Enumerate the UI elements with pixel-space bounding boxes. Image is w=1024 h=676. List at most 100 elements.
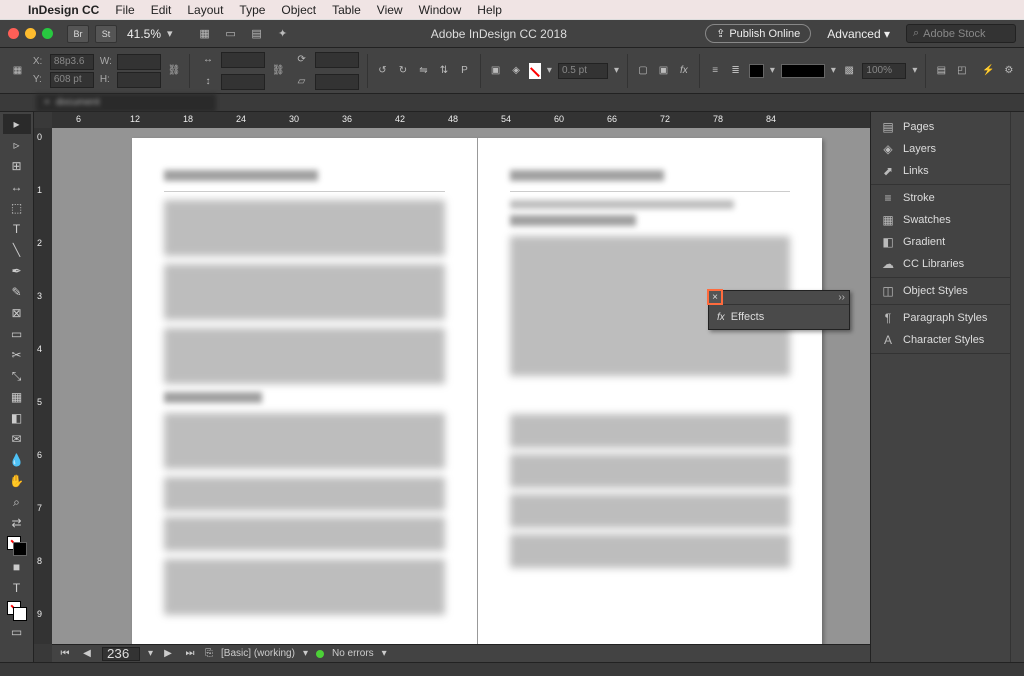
adobe-stock-search[interactable]: ⌕ Adobe Stock <box>906 24 1016 43</box>
eyedropper-tool[interactable]: 💧 <box>3 450 31 470</box>
h-input[interactable] <box>117 72 161 88</box>
pages-panel-button[interactable]: ▤Pages <box>871 116 1010 138</box>
screen-mode-tool[interactable]: ▭ <box>3 622 31 642</box>
fill-stroke-swatch[interactable] <box>7 536 27 556</box>
page-number-input[interactable] <box>102 647 140 661</box>
note-tool[interactable]: ✉ <box>3 429 31 449</box>
menu-type[interactable]: Type <box>239 3 265 17</box>
menu-file[interactable]: File <box>115 3 134 17</box>
window-minimize[interactable] <box>25 28 36 39</box>
text-wrap-icon[interactable]: ▤ <box>934 61 948 81</box>
apply-color-icon[interactable]: ■ <box>3 557 31 577</box>
constrain-scale-icon[interactable]: ⛓ <box>271 61 285 81</box>
scissors-tool[interactable]: ✂ <box>3 345 31 365</box>
document-tab[interactable]: ×document <box>36 94 216 112</box>
selection-tool[interactable]: ▸ <box>3 114 31 134</box>
last-page-button[interactable]: ⏭ <box>183 647 197 661</box>
pencil-tool[interactable]: ✎ <box>3 282 31 302</box>
next-page-button[interactable]: ▶ <box>161 647 175 661</box>
chevron-down-icon[interactable]: ▾ <box>770 65 775 76</box>
line-tool[interactable]: ╲ <box>3 240 31 260</box>
reference-point-icon[interactable]: ▦ <box>8 61 27 81</box>
menu-edit[interactable]: Edit <box>151 3 172 17</box>
flip-h-icon[interactable]: ⇋ <box>416 61 430 81</box>
fill-swatch[interactable] <box>529 63 541 79</box>
format-container-icon[interactable]: T <box>3 578 31 598</box>
cc-libraries-panel-button[interactable]: ☁CC Libraries <box>871 253 1010 275</box>
fill-color-swatch[interactable] <box>749 64 764 78</box>
rotate-cw-icon[interactable]: ↻ <box>396 61 410 81</box>
stroke-panel-button[interactable]: ≡Stroke <box>871 187 1010 209</box>
zoom-tool[interactable]: ⌕ <box>3 492 31 512</box>
rotate-ccw-icon[interactable]: ↺ <box>375 61 389 81</box>
frame-fill-icon[interactable]: ▣ <box>656 61 670 81</box>
chevron-down-icon[interactable]: ▾ <box>831 65 836 76</box>
chevron-down-icon[interactable]: ▾ <box>547 65 552 76</box>
stock-button[interactable]: St <box>95 25 117 43</box>
gradient-panel-button[interactable]: ◧Gradient <box>871 231 1010 253</box>
prev-page-button[interactable]: ◀ <box>80 647 94 661</box>
chevron-down-icon[interactable]: ▾ <box>148 648 153 659</box>
object-styles-panel-button[interactable]: ◫Object Styles <box>871 280 1010 302</box>
x-input[interactable] <box>50 54 94 70</box>
content-collector-tool[interactable]: ⬚ <box>3 198 31 218</box>
frame-fit-icon[interactable]: ▢ <box>636 61 650 81</box>
menu-object[interactable]: Object <box>281 3 316 17</box>
effects-panel[interactable]: × ›› fx Effects <box>708 290 850 330</box>
effects-panel-title[interactable]: Effects <box>731 311 764 323</box>
chevron-down-icon[interactable]: ▾ <box>614 65 619 76</box>
chevron-down-icon[interactable]: ▾ <box>167 27 173 40</box>
links-panel-button[interactable]: ⬈Links <box>871 160 1010 182</box>
fx-icon[interactable]: fx <box>677 61 691 81</box>
zoom-level[interactable]: 41.5% <box>127 27 161 41</box>
chevron-down-icon[interactable]: ▾ <box>382 648 387 659</box>
panel-header[interactable]: ›› <box>709 291 849 305</box>
preflight-errors[interactable]: No errors <box>332 648 374 659</box>
document-spread[interactable] <box>132 138 822 644</box>
direct-selection-tool[interactable]: ▹ <box>3 135 31 155</box>
bridge-button[interactable]: Br <box>67 25 89 43</box>
chevron-down-icon[interactable]: ▾ <box>303 648 308 659</box>
stroke-style-swatch[interactable] <box>781 64 825 78</box>
publish-online-button[interactable]: ⇪ Publish Online <box>705 24 811 43</box>
corner-icon[interactable]: ◰ <box>955 61 969 81</box>
gradient-feather-tool[interactable]: ◧ <box>3 408 31 428</box>
collapse-icon[interactable]: ›› <box>838 292 845 303</box>
vertical-ruler[interactable]: 0 1 2 3 4 5 6 7 8 9 <box>34 128 52 644</box>
window-close[interactable] <box>8 28 19 39</box>
paragraph-styles-panel-button[interactable]: ¶Paragraph Styles <box>871 307 1010 329</box>
horizontal-ruler[interactable]: 6 12 18 24 30 36 42 48 54 60 66 72 78 84 <box>52 112 870 128</box>
menu-layout[interactable]: Layout <box>187 3 223 17</box>
y-input[interactable] <box>50 72 94 88</box>
menu-table[interactable]: Table <box>332 3 361 17</box>
open-doc-icon[interactable]: ⎘ <box>205 648 213 659</box>
p-icon[interactable]: P <box>457 61 471 81</box>
scale-x-input[interactable] <box>221 52 265 68</box>
window-maximize[interactable] <box>42 28 53 39</box>
scale-y-input[interactable] <box>221 74 265 90</box>
gradient-swatch-tool[interactable]: ▦ <box>3 387 31 407</box>
w-input[interactable] <box>117 54 161 70</box>
pen-tool[interactable]: ✒ <box>3 261 31 281</box>
screen-mode-icon[interactable]: ▭ <box>221 24 241 44</box>
character-styles-panel-button[interactable]: ACharacter Styles <box>871 329 1010 351</box>
preflight-profile[interactable]: [Basic] (working) <box>221 648 295 659</box>
first-page-button[interactable]: ⏮ <box>58 647 72 661</box>
arrange-icon[interactable]: ▤ <box>247 24 267 44</box>
shear-input[interactable] <box>315 74 359 90</box>
select-container-icon[interactable]: ▣ <box>488 61 502 81</box>
page-tool[interactable]: ⊞ <box>3 156 31 176</box>
chevron-down-icon[interactable]: ▾ <box>912 65 917 76</box>
opacity-input[interactable] <box>862 63 906 79</box>
view-options-icon[interactable]: ▦ <box>195 24 215 44</box>
quick-apply-icon[interactable]: ⚡ <box>981 61 995 81</box>
stroke-weight-input[interactable] <box>558 63 608 79</box>
type-tool[interactable]: T <box>3 219 31 239</box>
flip-v-icon[interactable]: ⇅ <box>437 61 451 81</box>
align-center-icon[interactable]: ≣ <box>728 61 742 81</box>
pasteboard[interactable]: × ›› fx Effects <box>52 128 870 644</box>
free-transform-tool[interactable]: ⤡ <box>3 366 31 386</box>
toggle-fill-stroke[interactable]: ⇄ <box>3 513 31 533</box>
hand-tool[interactable]: ✋ <box>3 471 31 491</box>
dock-gutter[interactable] <box>1010 112 1024 662</box>
